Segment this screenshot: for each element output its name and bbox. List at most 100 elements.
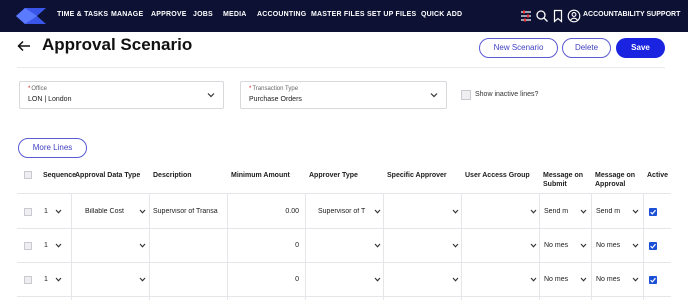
col-message-on-approval-line1: Message on	[595, 172, 636, 179]
active-checkbox[interactable]	[649, 208, 657, 216]
grid-row-rule	[17, 262, 671, 263]
chevron-down-icon[interactable]	[374, 277, 381, 282]
chevron-down-icon[interactable]	[139, 243, 146, 248]
save-button[interactable]: Save	[616, 38, 665, 58]
top-nav: TIME & TASKS MANAGE APPROVE JOBS MEDIA A…	[0, 0, 688, 32]
message-on-approval-select[interactable]: No mes	[596, 276, 626, 283]
nav-jobs[interactable]: JOBS	[193, 11, 213, 18]
sequence-select[interactable]: 1	[44, 208, 48, 215]
chevron-down-icon[interactable]	[632, 277, 639, 282]
page-title: Approval Scenario	[42, 35, 193, 54]
col-specific-approver[interactable]: Specific Approver	[387, 171, 447, 180]
grid-row-rule	[17, 296, 671, 297]
col-message-on-submit-line2: Submit	[543, 181, 567, 188]
grid-col-rule	[227, 193, 228, 300]
active-checkbox[interactable]	[649, 276, 657, 284]
chevron-down-icon[interactable]	[580, 277, 587, 282]
nav-set-up-files[interactable]: SET UP FILES	[367, 11, 416, 18]
chevron-down-icon[interactable]	[580, 209, 587, 214]
chevron-down-icon[interactable]	[139, 209, 146, 214]
chevron-down-icon[interactable]	[530, 209, 537, 214]
col-sequence[interactable]: Sequence	[43, 171, 76, 180]
transaction-type-select[interactable]: *Transaction Type Purchase Orders	[240, 81, 447, 109]
nav-approve[interactable]: APPROVE	[151, 11, 187, 18]
select-all-checkbox[interactable]	[24, 171, 32, 179]
chevron-down-icon[interactable]	[452, 243, 459, 248]
chevron-down-icon[interactable]	[139, 277, 146, 282]
show-inactive-checkbox[interactable]	[461, 90, 471, 100]
row-select-checkbox[interactable]	[24, 208, 32, 216]
more-lines-button[interactable]: More Lines	[18, 138, 87, 158]
message-on-submit-select[interactable]: Send m	[544, 208, 574, 215]
minimum-amount-input[interactable]: 0	[231, 242, 299, 249]
new-scenario-button[interactable]: New Scenario	[479, 38, 558, 58]
col-approval-data-type[interactable]: Approval Data Type	[75, 171, 140, 180]
sequence-select[interactable]: 1	[44, 242, 48, 249]
col-user-access-group[interactable]: User Access Group	[465, 171, 530, 180]
row-select-checkbox[interactable]	[24, 242, 32, 250]
delete-button[interactable]: Delete	[562, 38, 611, 58]
chevron-down-icon[interactable]	[452, 209, 459, 214]
grid-col-rule	[591, 193, 592, 300]
message-on-approval-select[interactable]: No mes	[596, 242, 626, 249]
minimum-amount-input[interactable]: 0	[231, 276, 299, 283]
row-select-checkbox[interactable]	[24, 276, 32, 284]
chevron-down-icon[interactable]	[632, 209, 639, 214]
col-message-on-approval-line2: Approval	[595, 181, 626, 188]
col-minimum-amount[interactable]: Minimum Amount	[231, 171, 290, 180]
message-on-submit-select[interactable]: No mes	[544, 242, 574, 249]
chevron-down-icon[interactable]	[374, 243, 381, 248]
col-message-on-submit[interactable]: Message on Submit	[543, 171, 583, 189]
filter-icon[interactable]	[519, 9, 533, 23]
active-checkbox[interactable]	[649, 242, 657, 250]
chevron-down-icon[interactable]	[530, 243, 537, 248]
app-logo-icon[interactable]	[16, 8, 46, 24]
show-inactive-label: Show inactive lines?	[475, 91, 539, 98]
approver-type-select[interactable]: Supervisor of T	[318, 208, 374, 215]
transaction-type-value: Purchase Orders	[249, 96, 302, 103]
col-message-on-approval[interactable]: Message on Approval	[595, 171, 635, 189]
grid-col-rule	[539, 193, 540, 300]
message-on-approval-select[interactable]: Send m	[596, 208, 626, 215]
grid-col-rule	[71, 193, 72, 300]
back-arrow-icon[interactable]	[17, 40, 31, 52]
chevron-down-icon[interactable]	[632, 243, 639, 248]
nav-manage[interactable]: MANAGE	[111, 11, 143, 18]
chevron-down-icon[interactable]	[580, 243, 587, 248]
grid-header-rule	[17, 193, 671, 194]
office-value: LON | London	[28, 96, 72, 103]
minimum-amount-input[interactable]: 0.00	[231, 208, 299, 215]
chevron-down-icon	[207, 93, 215, 98]
nav-quick-add[interactable]: QUICK ADD	[421, 11, 462, 18]
nav-accounting[interactable]: ACCOUNTING	[257, 11, 306, 18]
grid-row-rule	[17, 228, 671, 229]
col-description[interactable]: Description	[153, 171, 192, 180]
grid-col-rule	[149, 193, 150, 300]
chevron-down-icon[interactable]	[374, 209, 381, 214]
chevron-down-icon[interactable]	[55, 209, 62, 214]
col-active[interactable]: Active	[647, 171, 668, 180]
message-on-submit-select[interactable]: No mes	[544, 276, 574, 283]
col-approver-type[interactable]: Approver Type	[309, 171, 358, 180]
user-name[interactable]: ACCOUNTABILITY SUPPORT	[583, 11, 680, 18]
user-icon[interactable]	[567, 9, 581, 23]
sequence-select[interactable]: 1	[44, 276, 48, 283]
search-icon[interactable]	[535, 9, 549, 23]
transaction-type-label: *Transaction Type	[249, 86, 299, 92]
chevron-down-icon	[430, 93, 438, 98]
header-divider	[17, 67, 665, 68]
col-message-on-submit-line1: Message on	[543, 172, 584, 179]
description-input[interactable]: Supervisor of Transa	[153, 208, 224, 215]
nav-media[interactable]: MEDIA	[223, 11, 247, 18]
chevron-down-icon[interactable]	[55, 243, 62, 248]
office-select[interactable]: *Office LON | London	[19, 81, 224, 109]
grid-col-rule	[643, 193, 644, 300]
bookmark-icon[interactable]	[551, 9, 565, 23]
nav-master-files[interactable]: MASTER FILES	[311, 11, 365, 18]
grid-col-rule	[305, 193, 306, 300]
chevron-down-icon[interactable]	[530, 277, 537, 282]
chevron-down-icon[interactable]	[452, 277, 459, 282]
chevron-down-icon[interactable]	[55, 277, 62, 282]
nav-time-tasks[interactable]: TIME & TASKS	[57, 11, 108, 18]
approval-data-type-value[interactable]: Billable Cost	[85, 208, 145, 215]
